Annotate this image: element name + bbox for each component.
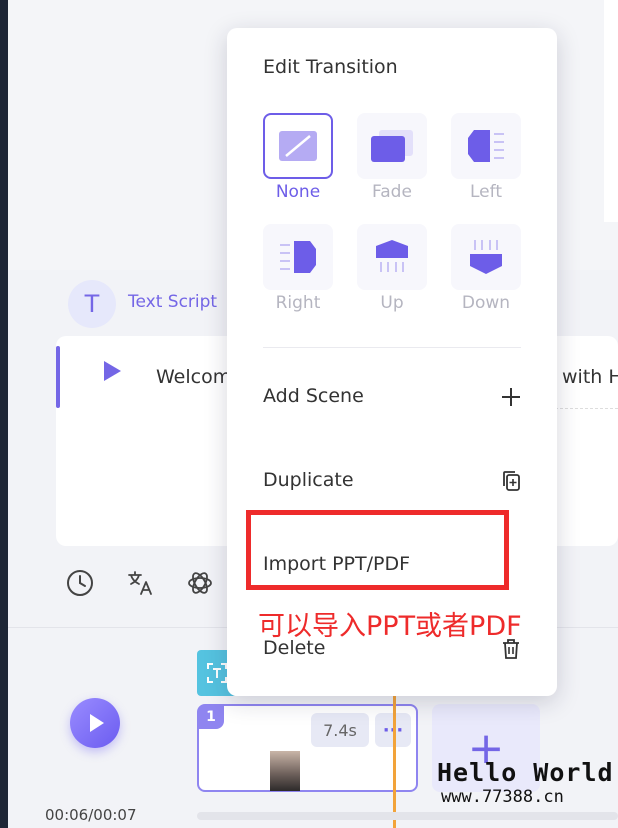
left-transition-icon [468,130,504,162]
transition-none-button[interactable] [263,113,333,179]
transition-fade-label: Fade [372,182,412,202]
script-play-icon[interactable] [104,361,121,381]
transition-up-label: Up [380,293,404,313]
text-script-icon: T [68,280,116,328]
left-edge-strip [0,0,8,828]
duplicate-item[interactable]: Duplicate [263,469,354,491]
duplicate-icon[interactable] [498,468,524,494]
transition-none-label: None [275,182,321,202]
timeline-scrollbar[interactable] [197,812,618,820]
up-transition-icon [376,240,408,272]
ai-knot-icon[interactable] [185,568,215,598]
translate-icon[interactable] [125,568,155,598]
transition-down-button[interactable] [451,224,521,290]
annotation-text: 可以导入PPT或者PDF [258,611,522,642]
transition-left-label: Left [470,182,502,202]
annotation-highlight-box [246,510,509,590]
add-scene-item[interactable]: Add Scene [263,385,364,407]
fade-transition-icon [371,130,413,162]
script-active-bar [56,346,60,408]
watermark-title: Hello World [437,758,614,787]
time-readout: 00:06/00:07 [45,806,137,824]
menu-divider [263,347,521,348]
transition-up-button[interactable] [357,224,427,290]
text-script-tab[interactable]: Text Script [128,292,217,312]
transition-left-button[interactable] [451,113,521,179]
transition-right-label: Right [275,293,321,313]
transition-right-button[interactable] [263,224,333,290]
preview-canvas-edge [604,0,618,222]
clock-icon[interactable] [65,568,95,598]
transition-fade-button[interactable] [357,113,427,179]
menu-title: Edit Transition [263,56,398,78]
watermark-url: www.77388.cn [441,787,564,807]
down-transition-icon [470,240,502,274]
play-icon [90,714,104,732]
script-text-continued[interactable]: with H [562,366,618,388]
script-text[interactable]: Welcom [156,366,231,388]
plus-icon[interactable] [498,384,524,410]
none-transition-icon [279,131,317,161]
transition-down-label: Down [461,293,511,313]
avatar-thumbnail [270,751,300,791]
scene-number-badge: 1 [198,705,224,729]
right-transition-icon [280,241,316,273]
scene-duration[interactable]: 7.4s [311,713,369,747]
play-button[interactable] [70,698,120,748]
